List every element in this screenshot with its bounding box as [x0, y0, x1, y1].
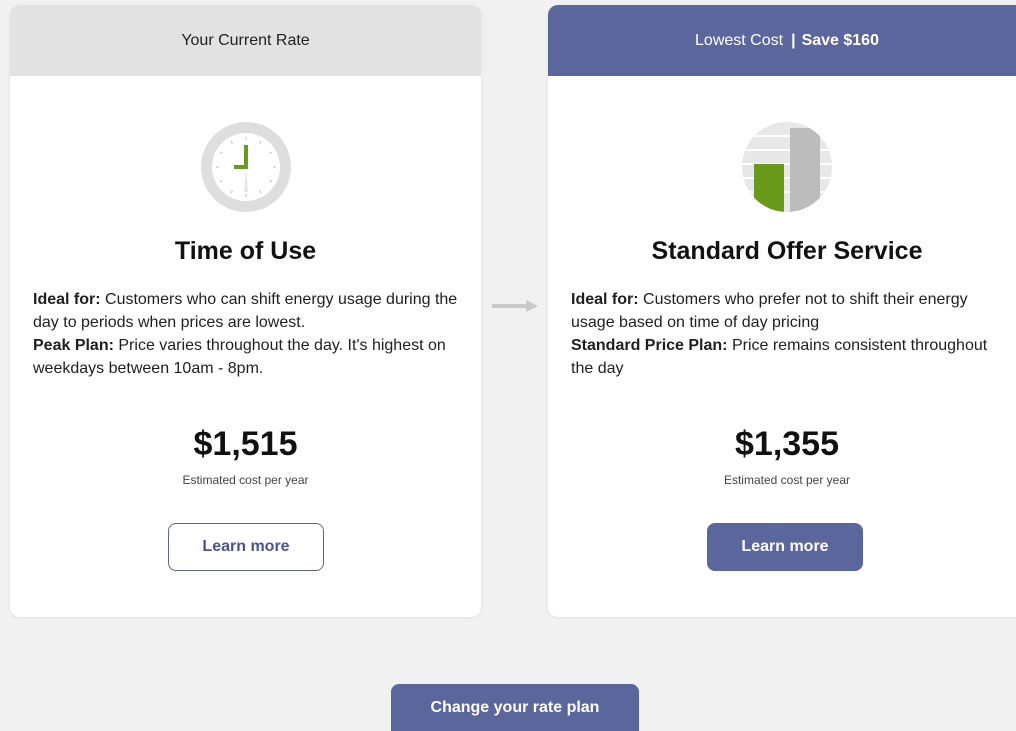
- recommended-plan-label: Standard Price Plan:: [571, 337, 728, 354]
- current-price: $1,515: [193, 425, 298, 463]
- savings-label: Save $160: [801, 31, 879, 49]
- header-separator: |: [791, 31, 796, 49]
- clock-icon: [200, 122, 291, 212]
- recommended-learn-more-button[interactable]: Learn more: [707, 523, 863, 571]
- recommended-ideal-label: Ideal for:: [571, 291, 639, 308]
- change-rate-plan-button[interactable]: Change your rate plan: [391, 684, 639, 731]
- current-learn-more-button[interactable]: Learn more: [168, 523, 324, 571]
- current-plan-label: Peak Plan:: [33, 337, 114, 354]
- recommended-header-label: Lowest Cost: [695, 31, 784, 49]
- current-plan-title: Time of Use: [174, 237, 317, 265]
- current-rate-header-label: Your Current Rate: [181, 31, 310, 49]
- bar-chart-icon: [742, 122, 832, 212]
- recommended-rate-header: Lowest Cost | Save $160: [548, 5, 1016, 76]
- current-ideal-label: Ideal for:: [33, 291, 101, 308]
- recommended-plan-description: Ideal for: Customers who prefer not to s…: [571, 288, 991, 380]
- recommended-price-caption: Estimated cost per year: [723, 473, 851, 487]
- arrow-right-icon: [492, 298, 540, 314]
- recommended-rate-card: Lowest Cost | Save $160 Standard Offer S…: [548, 5, 1016, 617]
- recommended-price: $1,355: [735, 425, 839, 463]
- current-price-caption: Estimated cost per year: [182, 473, 309, 487]
- recommended-plan-title: Standard Offer Service: [651, 237, 923, 265]
- current-rate-card: Your Current Rate Time of Use Ideal for:…: [10, 5, 481, 617]
- current-plan-description: Ideal for: Customers who can shift energ…: [33, 288, 463, 380]
- rate-comparison-page: Your Current Rate Time of Use Ideal for:…: [0, 0, 1016, 731]
- current-rate-header: Your Current Rate: [10, 5, 481, 76]
